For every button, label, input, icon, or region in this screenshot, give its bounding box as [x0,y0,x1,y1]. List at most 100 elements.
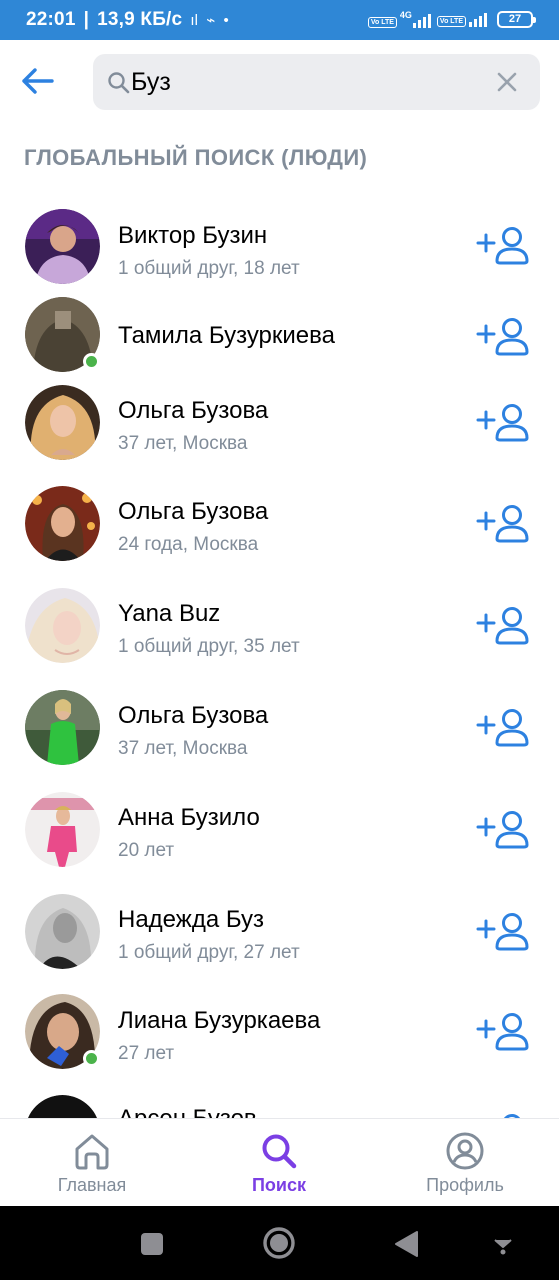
profile-icon [446,1132,484,1170]
search-icon [262,1134,297,1169]
search-input[interactable] [131,54,471,110]
online-indicator [83,353,100,370]
tab-search-label: Поиск [251,1175,307,1195]
add-friend-icon[interactable] [475,912,533,952]
avatar[interactable] [25,486,100,561]
status-right: Vo LTE 4G Vo LTE 27 [367,10,536,28]
signal-bars-icon [469,11,487,27]
person-name[interactable]: Надежда Буз [118,906,264,934]
add-friend-icon[interactable] [475,403,533,443]
person-info: 1 общий друг, 18 лет [118,258,300,279]
link-icon: ⌁ [206,12,216,29]
add-friend-icon[interactable] [475,708,533,748]
list-item[interactable]: Надежда Буз 1 общий друг, 27 лет [0,892,559,992]
sim1-signal: Vo LTE 4G [367,10,431,28]
tab-home[interactable]: Главная [22,1119,162,1207]
back-nav-button[interactable] [393,1230,419,1263]
add-friend-icon[interactable] [475,1012,533,1052]
signal-bars-icon [412,12,431,28]
results-list[interactable]: Виктор Бузин 1 общий друг, 18 лет Тамила… [0,200,559,1118]
person-info: 24 года, Москва [118,534,259,555]
avatar-photo [25,792,100,867]
avatar[interactable] [25,588,100,663]
person-info: 20 лет [118,840,175,861]
person-name[interactable]: Виктор Бузин [118,222,267,250]
clear-icon[interactable] [496,71,518,93]
triangle-back-icon [395,1231,418,1257]
person-info: 37 лет, Москва [118,433,248,454]
volte-badge: Vo LTE [436,16,466,27]
battery-level: 27 [508,12,522,25]
avatar[interactable] [25,209,100,284]
status-left: 22:01 | 13,9 КБ/с ıl ⌁ • [26,9,229,31]
network-gen: 4G [399,10,412,20]
avatar-photo [25,588,100,663]
home-icon [75,1134,109,1170]
avatar[interactable] [25,297,100,372]
status-separator: | [83,9,90,30]
arrow-left-icon [22,68,54,94]
avatar[interactable] [25,385,100,460]
person-info: 1 общий друг, 35 лет [118,636,300,657]
list-item[interactable]: Ольга Бузова 24 года, Москва [0,484,559,584]
add-friend-icon[interactable] [475,226,533,266]
person-name[interactable]: Лиана Бузуркаева [118,1007,320,1035]
add-friend-icon[interactable] [475,317,533,357]
person-name[interactable]: Тамила Бузуркиева [118,322,335,350]
avatar[interactable] [25,1095,100,1118]
section-title: ГЛОБАЛЬНЫЙ ПОИСК (ЛЮДИ) [24,145,368,170]
list-item[interactable]: Ольга Бузова 37 лет, Москва [0,383,559,483]
list-item[interactable]: Арсен Бузов [0,1095,559,1118]
add-friend-icon[interactable] [475,504,533,544]
list-item[interactable]: Ольга Бузова 37 лет, Москва [0,688,559,788]
list-item[interactable]: Лиана Бузуркаева 27 лет [0,994,559,1094]
status-bar: 22:01 | 13,9 КБ/с ıl ⌁ • Vo LTE 4G Vo LT… [0,0,559,40]
person-name[interactable]: Yana Buz [118,600,220,628]
dot-icon: • [223,11,229,29]
person-name[interactable]: Анна Бузило [118,804,260,832]
person-name[interactable]: Ольга Бузова [118,702,268,730]
recent-apps-button[interactable] [140,1232,164,1261]
person-info: 1 общий друг, 27 лет [118,942,300,963]
bottom-tab-bar: Главная Поиск Профиль [0,1118,559,1206]
status-time: 22:01 [26,9,76,30]
online-indicator [83,1050,100,1067]
avatar-photo [25,894,100,969]
status-speed: 13,9 КБ/с [97,9,183,30]
tab-profile[interactable]: Профиль [395,1119,535,1207]
signal-activity-icon: ıl [190,11,199,29]
search-icon [108,72,130,94]
avatar-photo [25,486,100,561]
tab-search[interactable]: Поиск [209,1119,349,1207]
add-friend-icon[interactable] [475,810,533,850]
avatar[interactable] [25,690,100,765]
keyboard-hide-button[interactable] [492,1232,514,1261]
avatar[interactable] [25,994,100,1069]
back-button[interactable] [20,62,56,100]
sim2-signal: Vo LTE [436,11,487,27]
tab-home-label: Главная [57,1175,127,1195]
avatar[interactable] [25,792,100,867]
person-name[interactable]: Ольга Бузова [118,498,268,526]
chevron-down-icon [494,1239,512,1255]
avatar-photo [25,385,100,460]
add-friend-icon[interactable] [475,606,533,646]
person-name[interactable]: Арсен Бузов [118,1105,257,1118]
list-item[interactable]: Анна Бузило 20 лет [0,790,559,890]
system-nav-bar [0,1206,559,1280]
person-info: 27 лет [118,1043,175,1064]
battery-icon: 27 [497,10,536,28]
square-icon [141,1233,163,1255]
circle-icon [263,1227,295,1259]
list-item[interactable]: Тамила Бузуркиева [0,297,559,397]
home-button[interactable] [262,1226,296,1265]
person-info: 37 лет, Москва [118,738,248,759]
list-item[interactable]: Виктор Бузин 1 общий друг, 18 лет [0,200,559,300]
search-box[interactable] [93,54,540,110]
avatar-photo [27,1095,98,1118]
avatar-photo [25,690,100,765]
list-item[interactable]: Yana Buz 1 общий друг, 35 лет [0,586,559,686]
person-name[interactable]: Ольга Бузова [118,397,268,425]
avatar[interactable] [25,894,100,969]
volte-badge: Vo LTE [367,17,397,28]
